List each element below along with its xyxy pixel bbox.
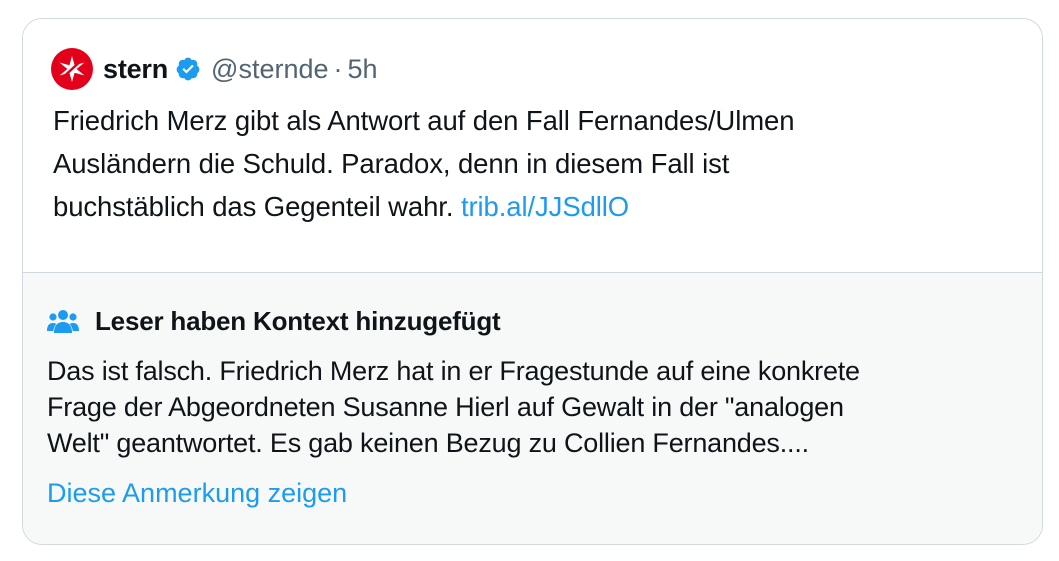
verified-badge-icon	[175, 56, 201, 82]
tweet-text-line: Friedrich Merz gibt als Antwort auf den …	[53, 105, 795, 136]
tweet-link[interactable]: trib.al/JJSdllO	[461, 191, 629, 222]
community-note-header: Leser haben Kontext hinzugefügt	[47, 303, 501, 339]
community-note-title: Leser haben Kontext hinzugefügt	[95, 305, 501, 336]
community-note-line: Welt" geantwortet. Es gab keinen Bezug z…	[47, 428, 809, 458]
community-note-line: Das ist falsch. Friedrich Merz hat in er…	[47, 356, 860, 386]
show-note-link[interactable]: Diese Anmerkung zeigen	[47, 478, 347, 509]
people-icon	[47, 307, 79, 335]
author-handle[interactable]: @sternde	[211, 54, 328, 85]
stern-logo-icon[interactable]	[51, 48, 93, 90]
tweet-text-line: buchstäblich das Gegenteil wahr.	[53, 191, 454, 222]
community-note-line: Frage der Abgeordneten Susanne Hierl auf…	[47, 392, 844, 422]
tweet-text: Friedrich Merz gibt als Antwort auf den …	[53, 99, 1013, 228]
author-name[interactable]: stern	[103, 54, 168, 85]
community-note-text: Das ist falsch. Friedrich Merz hat in er…	[47, 353, 1027, 461]
tweet[interactable]: stern @sternde · 5h Friedrich Merz gibt …	[23, 19, 1042, 272]
separator-dot: ·	[333, 53, 343, 84]
tweet-card[interactable]: stern @sternde · 5h Friedrich Merz gibt …	[22, 18, 1043, 545]
tweet-timestamp[interactable]: 5h	[348, 54, 378, 85]
tweet-text-line: Ausländern die Schuld. Paradox, denn in …	[53, 148, 730, 179]
tweet-header: stern @sternde · 5h	[51, 48, 378, 90]
community-note[interactable]: Leser haben Kontext hinzugefügt Das ist …	[23, 273, 1042, 544]
